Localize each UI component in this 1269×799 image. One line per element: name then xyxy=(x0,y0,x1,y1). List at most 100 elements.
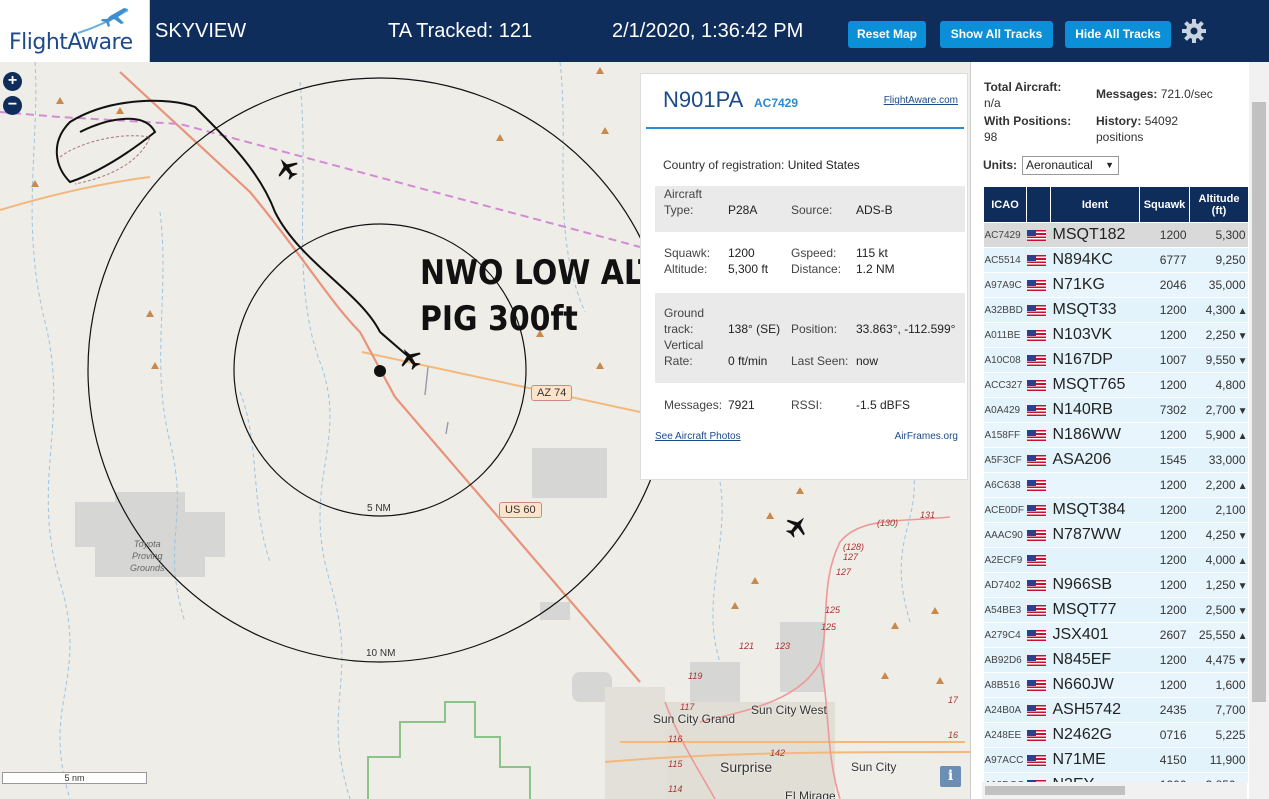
aircraft-squawk-cell: 1545 xyxy=(1139,447,1190,473)
aircraft-altitude-cell: 5,225 xyxy=(1189,722,1248,748)
aircraft-ident-cell: MSQT765 xyxy=(1050,372,1140,398)
aircraft-ident-cell: N140RB xyxy=(1050,397,1140,423)
table-row[interactable]: AD7402 N966SB 1200 1,250 ▼ xyxy=(983,572,1248,598)
table-row[interactable]: A32BBD MSQT33 1200 4,300 ▲ xyxy=(983,297,1248,323)
us-flag-icon xyxy=(1026,272,1051,298)
aircraft-ident-cell: N2462G xyxy=(1050,722,1140,748)
table-row[interactable]: A248EE N2462G 0716 5,225 xyxy=(983,722,1248,748)
table-row[interactable]: A97ACC N71ME 4150 11,900 xyxy=(983,747,1248,773)
flightaware-link[interactable]: FlightAware.com xyxy=(884,95,958,106)
vertical-scrollbar[interactable] xyxy=(1249,62,1269,799)
flightaware-logo[interactable]: FlightAware xyxy=(0,0,150,62)
table-row[interactable]: A2ECF9 1200 4,000 ▲ xyxy=(983,547,1248,573)
selected-aircraft-icon[interactable] xyxy=(395,343,426,374)
rssi-value: -1.5 dBFS xyxy=(856,398,911,412)
table-row[interactable]: A97A9C N71KG 2046 35,000 xyxy=(983,272,1248,298)
aircraft-altitude-cell: 4,300 ▲ xyxy=(1189,297,1248,323)
aircraft-ident-cell xyxy=(1050,547,1140,573)
hide-all-tracks-button[interactable]: Hide All Tracks xyxy=(1065,21,1171,48)
position-label: Position: xyxy=(791,322,838,336)
us-flag-icon xyxy=(1026,380,1046,392)
altitude-trend-icon: ▼ xyxy=(1237,581,1248,592)
aircraft-table-body: AC7429 MSQT182 1200 5,300 AC5514 N894KC 6777 9,… xyxy=(983,222,1248,783)
reset-map-button[interactable]: Reset Map xyxy=(848,21,926,48)
aircraft-ident-cell: MSQT33 xyxy=(1050,297,1140,323)
range-ring-label-5nm: 5 NM xyxy=(367,503,391,514)
road-number-label: 127 xyxy=(843,552,859,562)
aircraft-squawk-cell: 1200 xyxy=(1139,547,1190,573)
table-row[interactable]: ACC327 MSQT765 1200 4,800 xyxy=(983,372,1248,398)
zoom-in-button[interactable]: + xyxy=(3,72,22,91)
altitude-trend-icon: ▼ xyxy=(1237,356,1248,367)
altitude-value: 9,250 xyxy=(1215,253,1246,267)
us-flag-icon xyxy=(1026,547,1051,573)
see-aircraft-photos-link[interactable]: See Aircraft Photos xyxy=(655,431,741,442)
airspace-boundary xyxy=(0,111,641,248)
last-seen-label: Last Seen: xyxy=(791,354,849,368)
column-header-flag[interactable] xyxy=(1026,186,1051,223)
altitude-trend-icon: ▲ xyxy=(1237,481,1248,492)
aircraft-altitude-cell: 33,000 xyxy=(1189,447,1248,473)
table-row[interactable]: AC7429 MSQT182 1200 5,300 xyxy=(983,222,1248,248)
us-flag-icon xyxy=(1026,230,1046,242)
road-shield-az74: AZ 74 xyxy=(531,385,573,401)
aircraft-ident-cell: JSX401 xyxy=(1050,622,1140,648)
column-header-icao[interactable]: ICAO xyxy=(983,186,1027,223)
aircraft-squawk-cell: 1200 xyxy=(1139,322,1190,348)
table-row[interactable]: A8B516 N660JW 1200 1,600 xyxy=(983,672,1248,698)
table-row[interactable]: A54BE3 MSQT77 1200 2,500 ▼ xyxy=(983,597,1248,623)
table-row[interactable]: A0A429 N140RB 7302 2,700 ▼ xyxy=(983,397,1248,423)
altitude-trend-icon: ▲ xyxy=(1237,631,1248,642)
column-header-altitude[interactable]: Altitude (ft) xyxy=(1189,186,1248,223)
rssi-label: RSSI: xyxy=(791,398,823,412)
road-number-label: 123 xyxy=(775,641,791,651)
table-row[interactable]: A5F3CF ASA206 1545 33,000 xyxy=(983,447,1248,473)
aircraft-icon[interactable] xyxy=(782,511,813,542)
us-flag-icon xyxy=(1026,530,1046,542)
aircraft-icao-cell: AAAC90 xyxy=(983,522,1027,548)
road-number-label: 131 xyxy=(920,510,936,520)
road-number-label: 142 xyxy=(770,748,786,758)
zoom-out-button[interactable]: − xyxy=(3,96,22,115)
airframes-link[interactable]: AirFrames.org xyxy=(895,431,958,442)
table-row[interactable]: AAAC90 N787WW 1200 4,250 ▼ xyxy=(983,522,1248,548)
table-row[interactable]: A279C4 JSX401 2607 25,550 ▲ xyxy=(983,622,1248,648)
scrollbar-thumb[interactable] xyxy=(985,786,1125,795)
scrollbar-thumb[interactable] xyxy=(1252,102,1266,702)
road-number-label: 114 xyxy=(668,784,683,794)
aircraft-icao-cell: A279C4 xyxy=(983,622,1027,648)
table-row[interactable]: A10C08 N167DP 1007 9,550 ▼ xyxy=(983,347,1248,373)
horizontal-scrollbar[interactable] xyxy=(982,782,1247,799)
aircraft-icao-cell: AB92D6 xyxy=(983,647,1027,673)
map-info-button[interactable]: i xyxy=(940,766,961,787)
altitude-value: 25,550 xyxy=(1198,628,1236,642)
gear-icon[interactable] xyxy=(1181,18,1207,44)
table-row[interactable]: ACE0DF MSQT384 1200 2,100 xyxy=(983,497,1248,523)
table-row[interactable]: A158FF N186WW 1200 5,900 ▲ xyxy=(983,422,1248,448)
history-unit: positions xyxy=(1096,130,1144,144)
annotation-line-2: PIG 300ft xyxy=(420,299,578,339)
show-all-tracks-button[interactable]: Show All Tracks xyxy=(940,21,1053,48)
altitude-value: 4,000 xyxy=(1205,553,1236,567)
table-row[interactable]: AC5514 N894KC 6777 9,250 xyxy=(983,247,1248,273)
distance-value: 1.2 NM xyxy=(856,262,895,276)
aircraft-table-container[interactable]: ICAO Ident Squawk Altitude (ft) AC7429 MS… xyxy=(983,186,1248,783)
table-row[interactable]: A6C638 1200 2,200 ▲ xyxy=(983,472,1248,498)
us-flag-icon xyxy=(1026,505,1046,517)
altitude-value: 4,800 xyxy=(1215,378,1246,392)
table-row[interactable]: A011BE N103VK 1200 2,250 ▼ xyxy=(983,322,1248,348)
aircraft-squawk-cell: 1200 xyxy=(1139,672,1190,698)
units-label: Units: xyxy=(983,158,1017,172)
column-header-ident[interactable]: Ident xyxy=(1050,186,1140,223)
last-seen-value: now xyxy=(856,354,879,368)
altitude-trend-icon: ▼ xyxy=(1237,331,1248,342)
aircraft-altitude-cell: 4,250 ▼ xyxy=(1189,522,1248,548)
aircraft-icao-link[interactable]: AC7429 xyxy=(754,96,798,110)
table-row[interactable]: AB92D6 N845EF 1200 4,475 ▼ xyxy=(983,647,1248,673)
table-row[interactable]: A24B0A ASH5742 2435 7,700 xyxy=(983,697,1248,723)
units-select[interactable]: Aeronautical ▼ xyxy=(1022,156,1119,175)
aircraft-icao-cell: A8B516 xyxy=(983,672,1027,698)
aircraft-icon[interactable] xyxy=(272,153,303,184)
runway-marks xyxy=(424,366,449,435)
column-header-squawk[interactable]: Squawk xyxy=(1139,186,1190,223)
